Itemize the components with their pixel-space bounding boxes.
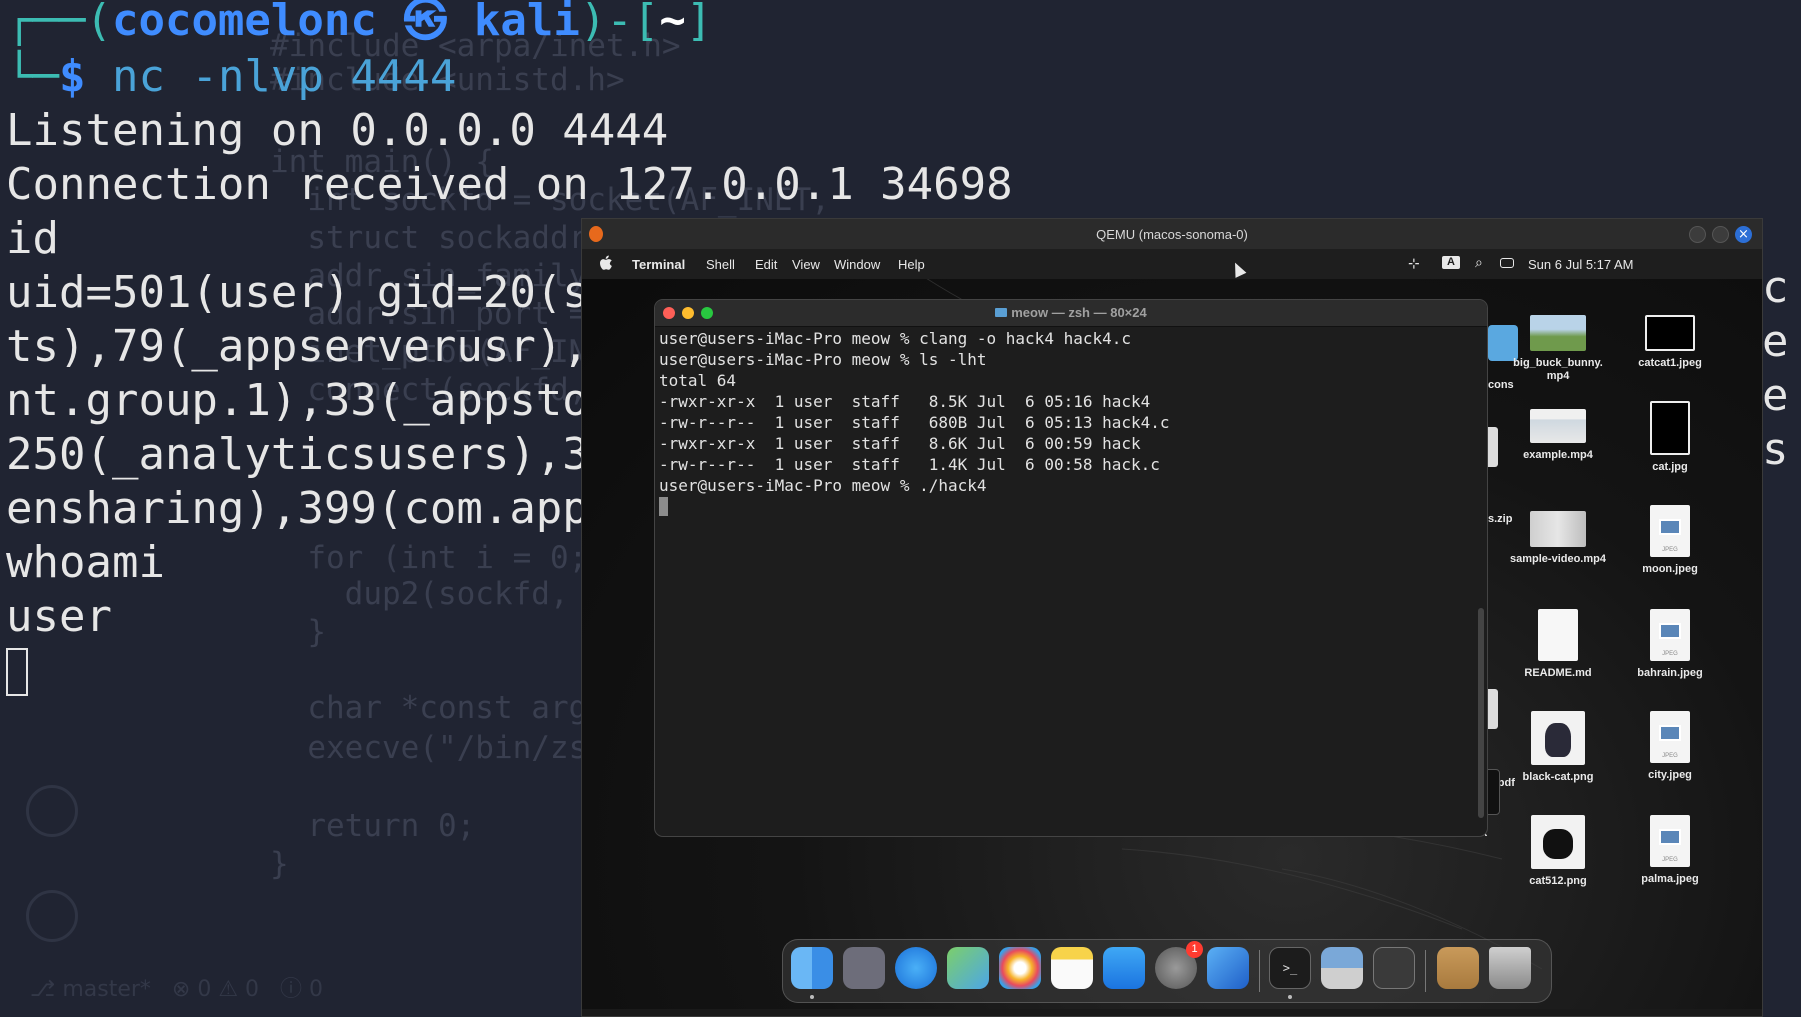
- desktop-icon-catcat1[interactable]: catcat1.jpeg: [1620, 315, 1720, 370]
- desktop-icon-cat-jpg[interactable]: cat.jpg: [1620, 401, 1720, 474]
- menu-window[interactable]: Window: [834, 257, 880, 272]
- running-indicator: [810, 995, 814, 999]
- desktop-icon-city-jpeg[interactable]: JPEG city.jpeg: [1620, 711, 1720, 782]
- desktop-icon-sample-video[interactable]: sample-video.mp4: [1508, 511, 1608, 566]
- jpeg-file-icon: JPEG: [1650, 711, 1690, 763]
- image-thumbnail: [1531, 815, 1585, 869]
- zip-file-icon[interactable]: [1488, 427, 1498, 467]
- terminal-line: total 64: [659, 371, 737, 390]
- dock-trash-icon[interactable]: [1489, 947, 1531, 989]
- kali-output-line: uid=501(user) gid=20(s: [6, 267, 589, 318]
- desktop-icon-example-mp4[interactable]: example.mp4: [1508, 409, 1608, 462]
- macos-terminal-window[interactable]: meow — zsh — 80×24 user@users-iMac-Pro m…: [654, 299, 1488, 837]
- qemu-titlebar[interactable]: QEMU (macos-sonoma-0) ×: [582, 219, 1762, 249]
- terminal-line: user@users-iMac-Pro meow % ./hack4: [659, 476, 987, 495]
- terminal-cursor: [659, 497, 668, 516]
- jpeg-file-icon: JPEG: [1650, 815, 1690, 867]
- kali-prompt-line-2: └─$ nc -nlvp 4444: [6, 51, 457, 102]
- terminal-titlebar[interactable]: meow — zsh — 80×24: [655, 300, 1487, 327]
- close-button[interactable]: ×: [1735, 226, 1752, 243]
- text-file-icon: [1538, 609, 1578, 661]
- terminal-line: user@users-iMac-Pro meow % ls -lht: [659, 350, 987, 369]
- kali-terminal[interactable]: ┌──(cocomelonc ㉿ kali)-[~] └─$ nc -nlvp …: [0, 0, 1013, 1017]
- desktop-icon-moon-jpeg[interactable]: JPEG moon.jpeg: [1620, 505, 1720, 576]
- mouse-pointer-icon: [1229, 260, 1247, 278]
- dock-photos-icon[interactable]: [999, 947, 1041, 989]
- desktop-icon-bahrain-jpeg[interactable]: JPEG bahrain.jpeg: [1620, 609, 1720, 680]
- video-thumbnail: [1530, 511, 1586, 547]
- desktop-icon-cat512-png[interactable]: cat512.png: [1508, 815, 1608, 888]
- dock-preview-icon[interactable]: [1321, 947, 1363, 989]
- desktop-icon-palma-jpeg[interactable]: JPEG palma.jpeg: [1620, 815, 1720, 886]
- desktop-icon-black-cat-png[interactable]: black-cat.png: [1508, 711, 1608, 784]
- desktop-icon-big-buck-bunny[interactable]: big_buck_bunny. mp4: [1508, 315, 1608, 383]
- macos-desktop[interactable]: Terminal Shell Edit View Window Help ⊹ A…: [582, 249, 1762, 1009]
- qemu-window[interactable]: QEMU (macos-sonoma-0) × Terminal Shell E…: [581, 218, 1763, 1017]
- qemu-title: QEMU (macos-sonoma-0): [1096, 227, 1248, 242]
- dock-terminal-icon[interactable]: >_: [1269, 947, 1311, 989]
- terminal-scrollbar[interactable]: [1478, 328, 1484, 828]
- terminal-line: -rw-r--r-- 1 user staff 680B Jul 6 05:13…: [659, 413, 1170, 432]
- maximize-button[interactable]: [1712, 226, 1729, 243]
- dock-separator: [1425, 950, 1426, 992]
- macos-menubar: Terminal Shell Edit View Window Help ⊹ A…: [582, 249, 1762, 279]
- dock-downloads-folder-icon[interactable]: [1437, 947, 1479, 989]
- airdrop-icon[interactable]: ⊹: [1408, 255, 1420, 272]
- dock-maps-icon[interactable]: [947, 947, 989, 989]
- running-indicator: [1288, 995, 1292, 999]
- desktop-icon-readme[interactable]: README.md: [1508, 609, 1608, 680]
- image-thumbnail: [1645, 315, 1695, 351]
- pdf-file-icon[interactable]: [1488, 689, 1498, 729]
- kali-output-line: id: [6, 213, 59, 264]
- image-thumbnail: [1650, 401, 1690, 455]
- menu-help[interactable]: Help: [898, 257, 925, 272]
- dock-notes-icon[interactable]: [1051, 947, 1093, 989]
- kali-cursor: [6, 648, 28, 696]
- terminal-line: -rw-r--r-- 1 user staff 1.4K Jul 6 00:58…: [659, 455, 1160, 474]
- menu-shell[interactable]: Shell: [706, 257, 735, 272]
- terminal-title: meow — zsh — 80×24: [655, 305, 1487, 320]
- kali-output-line: Listening on 0.0.0.0 4444: [6, 105, 669, 156]
- video-thumbnail: [1530, 315, 1586, 351]
- terminal-content[interactable]: user@users-iMac-Pro meow % clang -o hack…: [659, 328, 1473, 836]
- kali-output-line: whoami: [6, 537, 165, 588]
- jpeg-file-icon: JPEG: [1650, 609, 1690, 661]
- terminal-line: user@users-iMac-Pro meow % clang -o hack…: [659, 329, 1132, 348]
- macos-dock: 1 >_: [782, 939, 1552, 1003]
- kali-output-line: ensharing),399(com.app: [6, 483, 589, 534]
- menubar-clock[interactable]: Sun 6 Jul 5:17 AM: [1528, 257, 1634, 272]
- kali-output-line: user: [6, 591, 112, 642]
- spotlight-search-icon[interactable]: ⌕: [1475, 254, 1483, 271]
- control-center-icon[interactable]: [1500, 258, 1514, 268]
- menu-view[interactable]: View: [792, 257, 820, 272]
- folder-icon: [995, 308, 1008, 317]
- terminal-line: -rwxr-xr-x 1 user staff 8.6K Jul 6 00:59…: [659, 434, 1141, 453]
- dock-safari-icon[interactable]: [895, 947, 937, 989]
- input-source-indicator[interactable]: A: [1442, 256, 1460, 269]
- dock-system-settings-icon[interactable]: 1: [1155, 941, 1203, 989]
- minimize-button[interactable]: [1689, 226, 1706, 243]
- dock-launchpad-icon[interactable]: [843, 947, 885, 989]
- notification-badge: 1: [1186, 941, 1203, 958]
- dock-app-store-icon[interactable]: [1103, 947, 1145, 989]
- menu-edit[interactable]: Edit: [755, 257, 777, 272]
- apple-menu-icon[interactable]: [599, 255, 613, 271]
- kali-output-line: Connection received on 127.0.0.1 34698: [6, 159, 1013, 210]
- dock-calculator-icon[interactable]: [1373, 947, 1415, 989]
- dock-separator: [1259, 950, 1260, 992]
- kali-output-line: nt.group.1),33(_appsto: [6, 375, 589, 426]
- terminal-line: -rwxr-xr-x 1 user staff 8.5K Jul 6 05:16…: [659, 392, 1151, 411]
- menu-app-terminal[interactable]: Terminal: [632, 257, 685, 272]
- kali-output-line: ts),79(_appserverusr),: [6, 321, 589, 372]
- kali-output-line: 250(_analyticsusers),3: [6, 429, 589, 480]
- kali-prompt-line-1: ┌──(cocomelonc ㉿ kali)-[~]: [6, 0, 713, 46]
- image-thumbnail: [1531, 711, 1585, 765]
- dock-finder-icon[interactable]: [791, 947, 833, 989]
- jpeg-file-icon: JPEG: [1650, 505, 1690, 557]
- dock-xcode-icon[interactable]: [1207, 947, 1249, 989]
- video-thumbnail: [1530, 409, 1586, 443]
